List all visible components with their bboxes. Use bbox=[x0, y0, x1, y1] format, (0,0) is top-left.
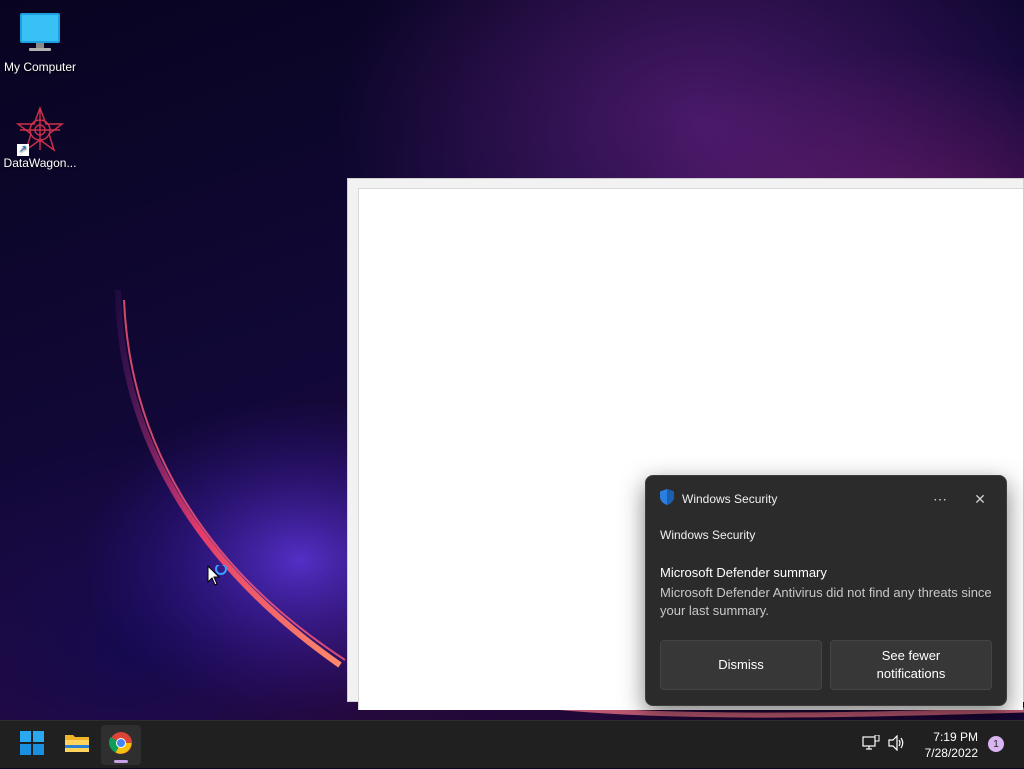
desktop-icon-label: DataWagon... bbox=[3, 156, 77, 170]
chrome-button[interactable] bbox=[101, 725, 141, 765]
toast-title: Microsoft Defender summary bbox=[660, 565, 827, 580]
security-notification-toast[interactable]: Windows Security ⋯ ✕ Windows Security Mi… bbox=[645, 475, 1007, 706]
close-icon[interactable]: ✕ bbox=[966, 489, 994, 509]
volume-icon[interactable] bbox=[888, 734, 906, 756]
toast-source: Windows Security bbox=[660, 528, 756, 542]
see-fewer-notifications-button[interactable]: See fewer notifications bbox=[830, 640, 992, 690]
notification-badge[interactable]: 1 bbox=[988, 736, 1004, 752]
start-button[interactable] bbox=[12, 725, 52, 765]
desktop-icon-label: My Computer bbox=[3, 60, 77, 74]
network-icon[interactable] bbox=[862, 734, 880, 756]
mouse-cursor-icon bbox=[207, 563, 233, 594]
datawagon-icon: ↗ bbox=[15, 106, 65, 156]
clock-time: 7:19 PM bbox=[933, 730, 978, 744]
chrome-icon bbox=[109, 731, 133, 760]
taskbar: 7:19 PM 7/28/2022 bbox=[0, 720, 1024, 768]
system-tray bbox=[862, 721, 906, 769]
button-label-line1: See fewer bbox=[881, 648, 941, 663]
button-label-line2: notifications bbox=[876, 666, 946, 681]
windows-logo-icon bbox=[20, 730, 44, 760]
clock-date: 7/28/2022 bbox=[924, 746, 978, 760]
folder-icon bbox=[64, 732, 90, 759]
dismiss-button[interactable]: Dismiss bbox=[660, 640, 822, 690]
desktop-icon-datawagon[interactable]: ↗ DataWagon... bbox=[0, 106, 80, 170]
toast-app-name: Windows Security bbox=[682, 492, 778, 506]
active-app-indicator bbox=[114, 760, 128, 763]
taskbar-clock[interactable]: 7:19 PM 7/28/2022 bbox=[925, 729, 978, 761]
file-explorer-button[interactable] bbox=[57, 725, 97, 765]
monitor-icon bbox=[16, 10, 64, 58]
toast-body: Microsoft Defender Antivirus did not fin… bbox=[660, 585, 992, 618]
ellipsis-icon[interactable]: ⋯ bbox=[926, 489, 954, 509]
desktop-icon-my-computer[interactable]: My Computer bbox=[0, 10, 80, 74]
toast-header: Windows Security ⋯ ✕ bbox=[660, 488, 994, 510]
shortcut-arrow-icon: ↗ bbox=[17, 144, 29, 156]
shield-icon bbox=[660, 488, 674, 510]
